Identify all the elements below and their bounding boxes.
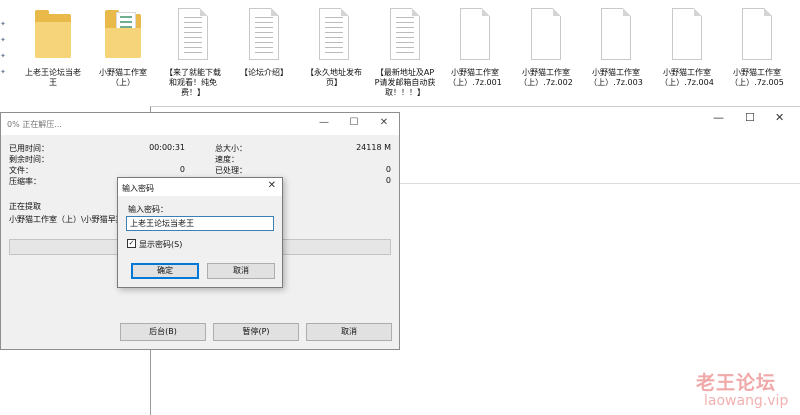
- maximize-icon[interactable]: ☐: [745, 111, 755, 124]
- text-document-icon: [172, 6, 214, 62]
- file-label: 【最新地址及APP请发邮箱自动获取！！！】: [374, 68, 436, 97]
- blank-file-icon: [595, 6, 637, 62]
- close-icon[interactable]: ✕: [268, 180, 276, 191]
- text-document-icon: [313, 6, 355, 62]
- password-dialog[interactable]: 输入密码 ✕ 输入密码： ✓ 显示密码(S) 确定 取消: [117, 177, 283, 288]
- file-item[interactable]: 小野猫工作室（上）.7z.001: [444, 6, 506, 88]
- ratio-label: 压缩率：: [9, 177, 41, 186]
- file-label: 小野猫工作室（上）.7z.003: [589, 68, 643, 87]
- show-password-label[interactable]: 显示密码(S): [139, 239, 182, 250]
- status-text: 正在提取: [9, 202, 41, 211]
- remaining-label: 剩余时间：: [9, 155, 49, 164]
- password-dialog-titlebar[interactable]: 输入密码 ✕: [118, 178, 282, 196]
- file-label: 【论坛介绍】: [240, 68, 288, 77]
- text-document-icon: [384, 6, 426, 62]
- blank-file-icon: [525, 6, 567, 62]
- folder-icon: [32, 6, 74, 62]
- pin-icon[interactable]: ✦: [0, 36, 8, 44]
- file-label: 小野猫工作室（上）.7z.001: [448, 68, 502, 87]
- show-password-checkbox[interactable]: ✓: [127, 239, 136, 248]
- total-size-value: 24118 M: [356, 143, 391, 152]
- blank-file-icon: [454, 6, 496, 62]
- maximize-icon[interactable]: ☐: [345, 116, 363, 130]
- current-item: 小野猫工作室（上）\小野猫早期: [9, 215, 124, 224]
- background-button[interactable]: 后台(B): [120, 323, 206, 341]
- file-grid: ✦ ✦ ✦ ✦ 上老王论坛当老王 小野猫工作室（上） 【来了就能下载和观看！纯免…: [0, 0, 800, 108]
- file-item[interactable]: 小野猫工作室（上）.7z.002: [515, 6, 577, 88]
- file-item[interactable]: 【最新地址及APP请发邮箱自动获取！！！】: [374, 6, 436, 98]
- file-label: 小野猫工作室（上）.7z.002: [519, 68, 573, 87]
- elapsed-label: 已用时间：: [9, 144, 49, 153]
- file-label: 小野猫工作室（上）.7z.005: [730, 68, 784, 87]
- speed-label: 速度：: [215, 155, 239, 164]
- processed-value: 0: [385, 165, 391, 174]
- pin-icon[interactable]: ✦: [0, 52, 8, 60]
- close-icon[interactable]: ✕: [775, 111, 784, 124]
- close-icon[interactable]: ✕: [375, 116, 393, 130]
- password-dialog-title: 输入密码: [122, 184, 154, 193]
- file-label: 【永久地址发布页】: [306, 68, 362, 87]
- folder-with-document-icon: [102, 6, 144, 62]
- file-label: 小野猫工作室（上）.7z.004: [660, 68, 714, 87]
- file-item[interactable]: 小野猫工作室（上）.7z.003: [585, 6, 647, 88]
- total-size-label: 总大小：: [215, 144, 247, 153]
- minimize-icon[interactable]: —: [315, 116, 333, 130]
- file-item[interactable]: 小野猫工作室（上）: [92, 6, 154, 88]
- password-prompt: 输入密码：: [128, 205, 168, 214]
- packed-value: 0: [385, 176, 391, 185]
- pin-icon[interactable]: ✦: [0, 20, 8, 28]
- cancel-button[interactable]: 取消: [207, 263, 275, 279]
- password-input[interactable]: [126, 216, 274, 231]
- blank-file-icon: [736, 6, 778, 62]
- file-item[interactable]: 【来了就能下载和观看！纯免费！】: [162, 6, 224, 98]
- ok-button[interactable]: 确定: [131, 263, 199, 279]
- file-item[interactable]: 小野猫工作室（上）.7z.004: [656, 6, 718, 88]
- watermark-title: 老王论坛: [696, 372, 777, 394]
- progress-dialog-title: 0% 正在解压...: [7, 120, 62, 129]
- file-item[interactable]: 【永久地址发布页】: [303, 6, 365, 88]
- file-label: 小野猫工作室（上）: [99, 68, 147, 87]
- pause-button[interactable]: 暂停(P): [213, 323, 299, 341]
- file-label: 上老王论坛当老王: [25, 68, 81, 87]
- file-item[interactable]: 小野猫工作室（上）.7z.005: [726, 6, 788, 88]
- pin-icon[interactable]: ✦: [0, 68, 8, 76]
- quick-access-pins: ✦ ✦ ✦ ✦: [0, 0, 10, 108]
- files-label: 文件：: [9, 166, 33, 175]
- file-item[interactable]: 上老王论坛当老王: [22, 6, 84, 88]
- processed-label: 已处理：: [215, 166, 247, 175]
- file-item[interactable]: 【论坛介绍】: [233, 6, 295, 78]
- files-value: 0: [179, 165, 185, 174]
- file-label: 【来了就能下载和观看！纯免费！】: [165, 68, 221, 97]
- cancel-button[interactable]: 取消: [306, 323, 392, 341]
- minimize-icon[interactable]: —: [713, 111, 724, 124]
- progress-dialog-titlebar[interactable]: 0% 正在解压... — ☐ ✕: [1, 113, 399, 135]
- text-document-icon: [243, 6, 285, 62]
- elapsed-value: 00:00:31: [149, 143, 185, 152]
- blank-file-icon: [666, 6, 708, 62]
- watermark-url: laowang.vip: [704, 393, 789, 409]
